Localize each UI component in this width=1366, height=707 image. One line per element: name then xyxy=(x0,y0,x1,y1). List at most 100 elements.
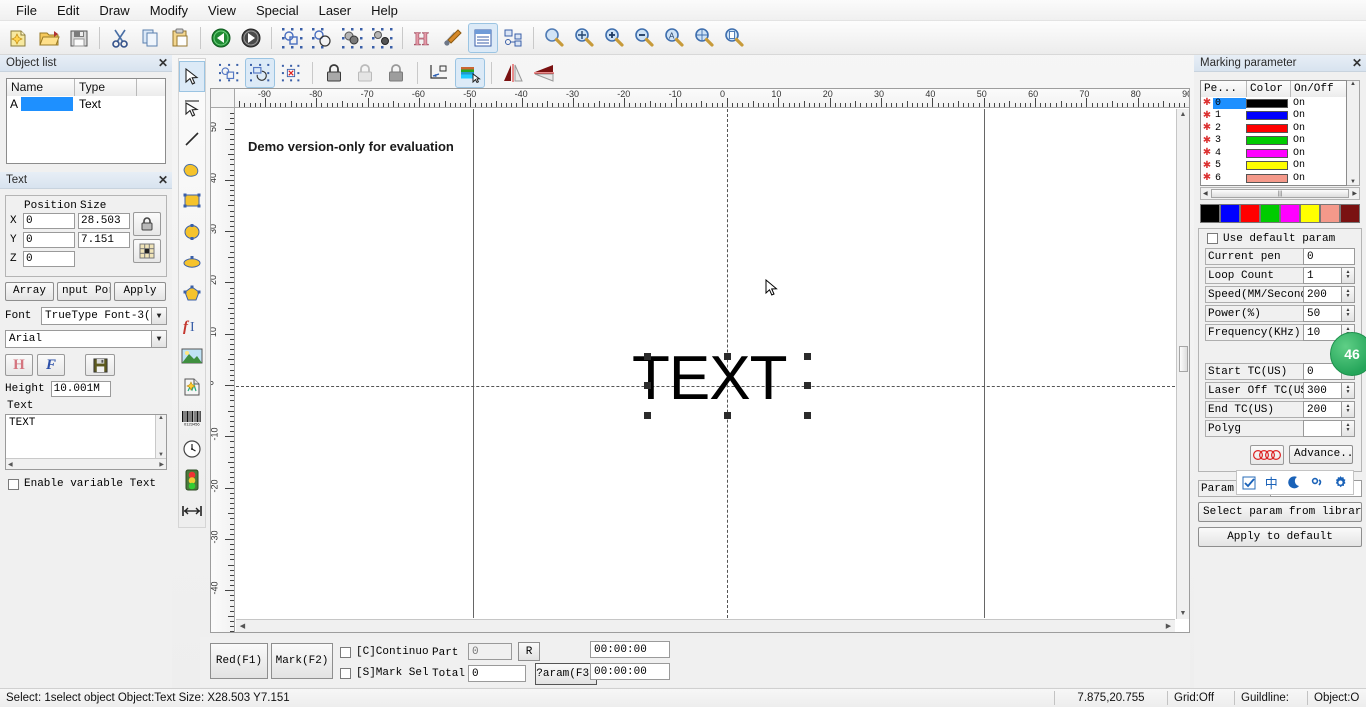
copy-icon[interactable] xyxy=(135,23,165,53)
hscrollbar-thumb[interactable]: ||| xyxy=(1210,188,1350,198)
palette-swatch[interactable] xyxy=(1340,203,1360,223)
canvas-hscrollbar[interactable]: ◀ ▶ xyxy=(236,619,1175,632)
menu-draw[interactable]: Draw xyxy=(89,1,139,20)
zoom-page-icon[interactable] xyxy=(719,23,749,53)
lock-closed-icon[interactable] xyxy=(319,58,349,88)
array-button[interactable]: Array xyxy=(5,282,54,301)
parameter-value[interactable]: 200 xyxy=(1303,285,1342,303)
checkbox-blue-icon[interactable] xyxy=(1242,476,1256,490)
pen-color-swatch[interactable] xyxy=(1246,173,1288,183)
group-icon[interactable] xyxy=(277,23,307,53)
save-file-icon[interactable] xyxy=(64,23,94,53)
status-guideline[interactable]: Guildline: xyxy=(1235,689,1307,707)
scroll-right-icon[interactable]: ▶ xyxy=(1162,621,1175,632)
ellipse-tool[interactable] xyxy=(179,247,205,278)
menu-modify[interactable]: Modify xyxy=(140,1,198,20)
text-editor-content[interactable]: TEXT xyxy=(6,415,155,458)
color-column-header[interactable]: Color xyxy=(1247,81,1291,97)
zoom-in-icon[interactable] xyxy=(599,23,629,53)
delete-selection-icon[interactable] xyxy=(276,58,306,88)
pen-state[interactable]: On xyxy=(1288,123,1330,134)
vertical-ruler[interactable]: -40 -30 -20 -10 0 10 20 30 40 50 xyxy=(211,108,235,632)
italic-f-icon[interactable]: F xyxy=(37,354,65,376)
position-z-input[interactable]: 0 xyxy=(23,251,75,267)
scroll-right-icon[interactable]: ▶ xyxy=(1352,190,1359,197)
close-icon[interactable]: ✕ xyxy=(158,57,168,69)
drawing-surface[interactable]: Demo version-only for evaluation TEXT xyxy=(236,109,1175,618)
parameter-value[interactable]: 1 xyxy=(1303,266,1342,284)
pen-state[interactable]: On xyxy=(1288,160,1330,171)
pen-row[interactable]: ✱ 4 On xyxy=(1201,147,1346,160)
mirror-horizontal-icon[interactable] xyxy=(529,58,559,88)
selection-handle-tr[interactable] xyxy=(804,353,811,360)
table-row[interactable]: A Text xyxy=(7,96,165,112)
palette-swatch[interactable] xyxy=(1220,203,1240,223)
mark-sel-checkbox[interactable] xyxy=(340,667,351,679)
move-tool[interactable] xyxy=(179,495,205,526)
size-x-input[interactable]: 28.503 xyxy=(78,213,130,229)
pen-color-swatch[interactable] xyxy=(1246,123,1288,133)
mark-button[interactable]: Mark(F2) xyxy=(271,643,333,679)
vscrollbar-thumb[interactable] xyxy=(1178,346,1188,372)
spinner-icon[interactable]: ▲▼ xyxy=(1342,419,1355,437)
gear-icon[interactable] xyxy=(1333,475,1348,490)
pen-state[interactable]: On xyxy=(1288,148,1330,159)
scroll-left-icon[interactable]: ◀ xyxy=(1201,190,1208,197)
total-value[interactable]: 0 xyxy=(468,665,526,682)
parameter-value[interactable]: 0 xyxy=(1303,247,1355,265)
pen-row[interactable]: ✱ 1 On xyxy=(1201,110,1346,123)
pen-column-header[interactable]: Pe... xyxy=(1201,81,1247,97)
scroll-up-icon[interactable]: ▲ xyxy=(156,415,166,421)
pen-row[interactable]: ✱ 5 On xyxy=(1201,160,1346,173)
cut-icon[interactable] xyxy=(105,23,135,53)
tools-icon[interactable] xyxy=(438,23,468,53)
zoom-all-icon[interactable] xyxy=(689,23,719,53)
circle-tool[interactable] xyxy=(179,216,205,247)
pen-color-swatch[interactable] xyxy=(1246,111,1288,121)
new-file-icon[interactable] xyxy=(4,23,34,53)
column-header-type[interactable]: Type xyxy=(75,79,137,96)
status-grid[interactable]: Grid:Off xyxy=(1168,689,1234,707)
param-button[interactable]: ?aram(F3) xyxy=(535,663,597,685)
menu-file[interactable]: File xyxy=(6,1,47,20)
spinner-icon[interactable]: ▲▼ xyxy=(1342,266,1355,284)
enable-variable-text-row[interactable]: Enable variable Text xyxy=(8,478,172,490)
pen-state[interactable]: On xyxy=(1288,110,1330,121)
font-name-select[interactable]: Arial ▼ xyxy=(5,330,167,348)
parameter-value[interactable]: 300 xyxy=(1303,381,1342,399)
spinner-icon[interactable]: ▲▼ xyxy=(1342,400,1355,418)
pen-color-swatch[interactable] xyxy=(1246,161,1288,171)
select-tool[interactable] xyxy=(179,61,205,92)
parameter-value[interactable]: 200 xyxy=(1303,400,1342,418)
text-editor-vscrollbar[interactable]: ▲ ▼ xyxy=(155,415,166,458)
selection-handle-tl[interactable] xyxy=(644,353,651,360)
layers-icon[interactable] xyxy=(455,58,485,88)
pen-state[interactable]: On xyxy=(1288,135,1330,146)
close-icon[interactable]: ✕ xyxy=(158,174,168,186)
zoom-region-icon[interactable] xyxy=(539,23,569,53)
selection-handle-br[interactable] xyxy=(804,412,811,419)
scroll-left-icon[interactable]: ◀ xyxy=(236,621,249,632)
undo-icon[interactable] xyxy=(206,23,236,53)
close-icon[interactable]: ✕ xyxy=(1352,57,1362,69)
palette-swatch[interactable] xyxy=(1240,203,1260,223)
apply-button[interactable]: Apply xyxy=(114,282,166,301)
pen-row[interactable]: ✱ 2 On xyxy=(1201,122,1346,135)
lock-gray-icon[interactable] xyxy=(381,58,411,88)
palette-swatch[interactable] xyxy=(1300,203,1320,223)
parameter-value[interactable] xyxy=(1303,419,1342,437)
palette-swatch[interactable] xyxy=(1280,203,1300,223)
continuous-checkbox[interactable] xyxy=(340,646,351,658)
menu-help[interactable]: Help xyxy=(361,1,408,20)
pen-state[interactable]: On xyxy=(1288,98,1330,109)
onoff-column-header[interactable]: On/Off xyxy=(1291,81,1333,97)
status-object[interactable]: Object:O xyxy=(1308,689,1366,707)
apply-to-default-button[interactable]: Apply to default xyxy=(1198,526,1362,547)
chevron-down-icon[interactable]: ▼ xyxy=(151,308,166,324)
menu-laser[interactable]: Laser xyxy=(309,1,362,20)
select-param-from-library-button[interactable]: Select param from library xyxy=(1198,501,1362,522)
enable-variable-text-checkbox[interactable] xyxy=(8,478,19,490)
continuous-row[interactable]: [C]Continuo xyxy=(340,646,429,658)
node-edit-tool[interactable] xyxy=(179,92,205,123)
canvas-vscrollbar[interactable]: ▲ ▼ xyxy=(1176,109,1189,619)
